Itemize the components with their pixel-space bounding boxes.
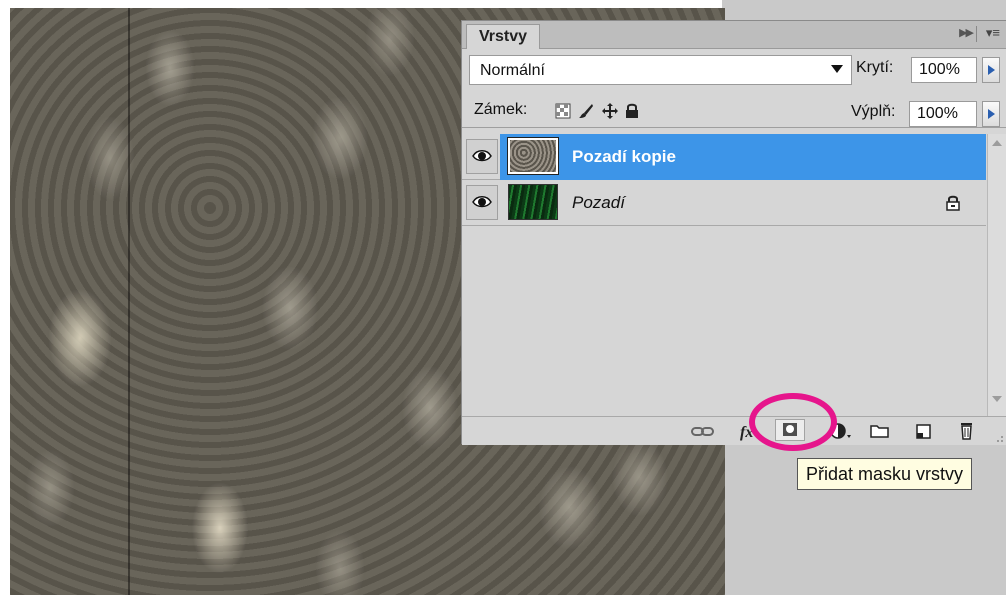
- resize-grip-icon[interactable]: [992, 431, 1004, 443]
- visibility-toggle[interactable]: [466, 139, 498, 174]
- fill-slider-button[interactable]: [982, 101, 1000, 127]
- layer-thumbnail: [508, 184, 558, 220]
- canvas-seam: [128, 8, 130, 595]
- layers-scrollbar[interactable]: [987, 134, 1006, 416]
- delete-layer-icon[interactable]: [956, 421, 978, 441]
- eye-icon: [472, 196, 492, 208]
- divider: [462, 127, 1006, 128]
- opacity-label: Krytí:: [856, 59, 894, 76]
- visibility-toggle[interactable]: [466, 185, 498, 220]
- panel-tab-strip: Vrstvy ▶▶ ▾≡: [462, 21, 1006, 49]
- lock-label: Zámek:: [474, 101, 528, 118]
- layers-toolbar: fx: [462, 416, 1006, 445]
- layer-name[interactable]: Pozadí: [572, 193, 625, 213]
- layers-panel: Vrstvy ▶▶ ▾≡ Normální Krytí: 100% Zámek:…: [461, 20, 1006, 445]
- layer-thumbnail: [507, 137, 559, 175]
- fill-label: Výplň:: [851, 103, 896, 120]
- panel-menu-icon[interactable]: ▾≡: [986, 25, 1000, 41]
- tab-layers[interactable]: Vrstvy: [466, 24, 541, 49]
- panel-collapse-icon[interactable]: ▶▶: [959, 26, 974, 39]
- layer-name[interactable]: Pozadí kopie: [572, 147, 676, 167]
- opacity-input[interactable]: 100%: [911, 57, 977, 83]
- lock-position-move-icon[interactable]: [602, 103, 618, 119]
- highlight-annotation-ring: [749, 393, 837, 451]
- layer-row-pozadi-kopie[interactable]: Pozadí kopie: [462, 134, 986, 180]
- new-group-icon[interactable]: [869, 421, 891, 441]
- layer-selection[interactable]: Pozadí: [500, 180, 986, 226]
- tooltip: Přidat masku vrstvy: [797, 458, 973, 490]
- new-layer-icon[interactable]: [913, 421, 935, 441]
- blend-mode-select[interactable]: Normální: [469, 55, 852, 85]
- opacity-slider-button[interactable]: [982, 57, 1000, 83]
- lock-all-icon[interactable]: [625, 103, 639, 119]
- scroll-up-icon[interactable]: [992, 140, 1002, 146]
- eye-icon: [472, 150, 492, 162]
- layer-row-pozadi[interactable]: Pozadí: [462, 180, 986, 226]
- layer-lock-icon: [946, 195, 960, 211]
- fill-input[interactable]: 100%: [909, 101, 977, 127]
- lock-transparency-icon[interactable]: [555, 103, 571, 119]
- lock-pixels-brush-icon[interactable]: [578, 103, 594, 119]
- layers-list: Pozadí kopie Pozadí: [462, 134, 986, 416]
- chevron-down-icon: [831, 65, 843, 73]
- panel-divider: [976, 26, 977, 42]
- scroll-down-icon[interactable]: [992, 396, 1002, 402]
- blend-mode-value: Normální: [480, 62, 545, 79]
- layer-selection[interactable]: Pozadí kopie: [500, 134, 986, 180]
- link-layers-icon[interactable]: [690, 421, 716, 441]
